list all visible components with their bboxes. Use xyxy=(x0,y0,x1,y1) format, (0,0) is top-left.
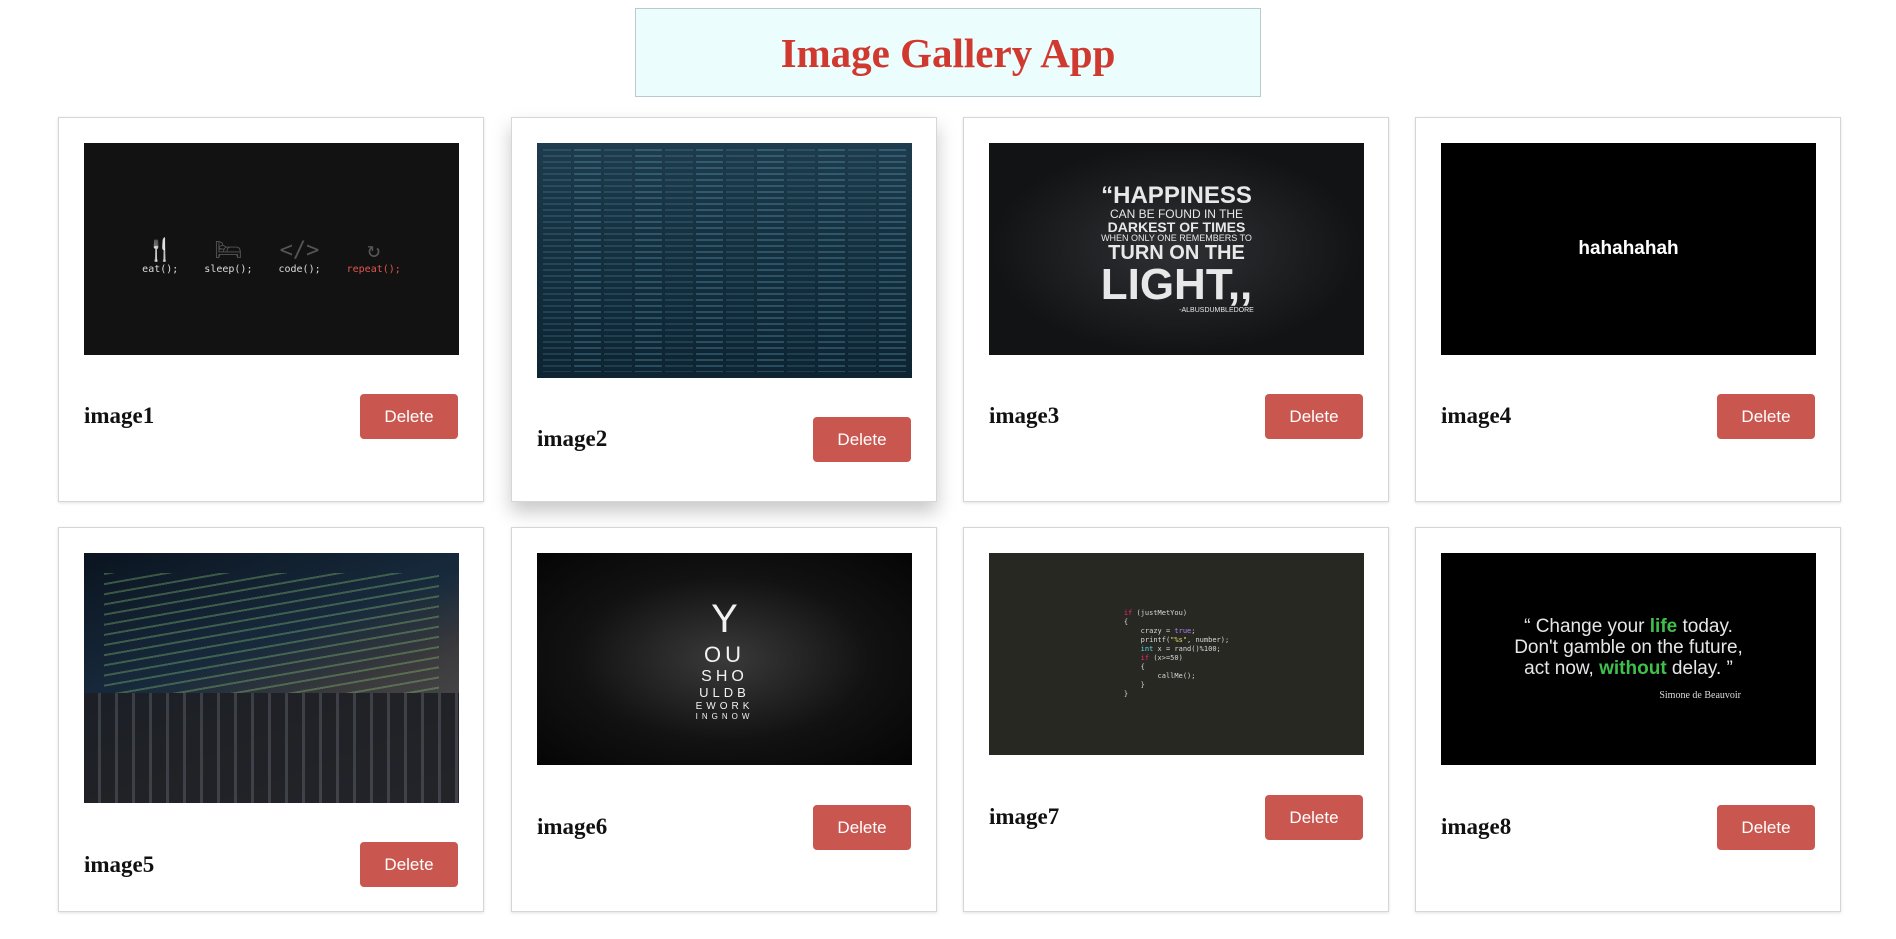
gallery-image: “HAPPINESS CAN BE FOUND IN THE DARKEST O… xyxy=(989,143,1364,355)
image-art-item: ↻ repeat(); xyxy=(346,237,401,275)
gallery-card-image2: image2 Delete xyxy=(511,117,937,502)
image-art-item: 🍴 eat(); xyxy=(142,237,179,275)
image-art: 🍴 eat(); 🛏 sleep(); </> code(); ↻ repeat(); xyxy=(142,238,401,275)
delete-button[interactable]: Delete xyxy=(813,417,911,462)
image-title: image5 xyxy=(84,852,155,877)
image-title: image6 xyxy=(537,814,608,839)
image-art xyxy=(537,143,912,378)
gallery-card-image5: image5 Delete xyxy=(58,527,484,912)
gallery-image: hahahahah xyxy=(1441,143,1816,355)
image-art: if (justMetYou) { crazy = true; printf("… xyxy=(1123,608,1230,699)
gallery-card-image7: if (justMetYou) { crazy = true; printf("… xyxy=(963,527,1389,912)
gallery-image: Y OU SHO ULDB EWORK INGNOW xyxy=(537,553,912,765)
delete-button[interactable]: Delete xyxy=(1265,795,1363,840)
image-title: image3 xyxy=(989,403,1060,428)
image-title: image1 xyxy=(84,403,155,428)
delete-button[interactable]: Delete xyxy=(813,805,911,850)
image-art-item: </> code(); xyxy=(278,237,321,275)
gallery-card-image1: 🍴 eat(); 🛏 sleep(); </> code(); ↻ repeat(); … xyxy=(58,117,484,502)
gallery-image: 🍴 eat(); 🛏 sleep(); </> code(); ↻ repeat(); xyxy=(84,143,459,355)
delete-button[interactable]: Delete xyxy=(1717,394,1815,439)
gallery-image: if (justMetYou) { crazy = true; printf("… xyxy=(989,553,1364,755)
gallery-card-image3: “HAPPINESS CAN BE FOUND IN THE DARKEST O… xyxy=(963,117,1389,502)
gallery-image: “ Change your life today. Don't gamble o… xyxy=(1441,553,1816,765)
gallery-card-image6: Y OU SHO ULDB EWORK INGNOW image6 Delete xyxy=(511,527,937,912)
delete-button[interactable]: Delete xyxy=(360,394,458,439)
gallery-card-image8: “ Change your life today. Don't gamble o… xyxy=(1415,527,1841,912)
image-title: image4 xyxy=(1441,403,1512,428)
gallery-image xyxy=(537,143,912,378)
app-header: Image Gallery App xyxy=(635,8,1261,97)
page-title: Image Gallery App xyxy=(780,29,1116,76)
image-title: image7 xyxy=(989,804,1060,829)
delete-button[interactable]: Delete xyxy=(360,842,458,887)
gallery-image xyxy=(84,553,459,803)
delete-button[interactable]: Delete xyxy=(1717,805,1815,850)
image-title: image2 xyxy=(537,426,608,451)
image-title: image8 xyxy=(1441,814,1512,839)
image-art-item: 🛏 sleep(); xyxy=(204,237,253,275)
gallery-card-image4: hahahahah image4 Delete xyxy=(1415,117,1841,502)
delete-button[interactable]: Delete xyxy=(1265,394,1363,439)
